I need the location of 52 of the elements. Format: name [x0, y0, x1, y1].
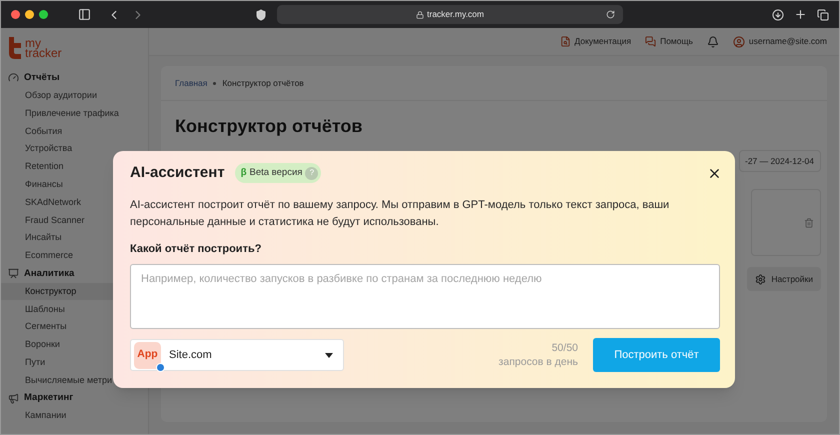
minimize-window-icon[interactable]: [25, 10, 34, 19]
breadcrumb-separator-icon: [213, 82, 216, 84]
header-link[interactable]: Документация: [560, 35, 632, 48]
section-icon: [8, 392, 19, 404]
user-menu[interactable]: username@site.com: [732, 35, 827, 48]
user-avatar-icon: [732, 36, 745, 48]
close-window-icon[interactable]: [11, 10, 20, 19]
caret-icon: [325, 352, 333, 358]
dialog-title: AI-ассистент: [130, 163, 225, 183]
shield-icon[interactable]: [255, 8, 267, 20]
notification-icon[interactable]: [706, 36, 719, 48]
sidebar-item[interactable]: Привлечение трафика: [1, 104, 148, 122]
question-label: Какой отчёт построить?: [130, 242, 262, 256]
quota-count: 50/50: [552, 341, 578, 355]
settings-button[interactable]: Настройки: [747, 267, 821, 291]
tabs-overview-icon[interactable]: [817, 8, 829, 20]
sidebar-item[interactable]: Обзор аудитории: [1, 86, 148, 105]
reload-icon[interactable]: [606, 10, 615, 19]
logo-text: my: [25, 38, 41, 48]
page-title: Конструктор отчётов: [174, 115, 364, 138]
badge-label: Beta версия: [250, 166, 302, 180]
maximize-window-icon[interactable]: [39, 10, 48, 19]
query-field[interactable]: Например, количество запусков в разбивке по странам за последнюю неделю: [130, 264, 720, 329]
app-icon-text: App: [137, 347, 158, 362]
header-link[interactable]: Помощь: [645, 35, 693, 48]
breadcrumb-link[interactable]: Главная: [175, 76, 208, 90]
date-range-field[interactable]: -27 — 2024-12-04: [739, 150, 821, 172]
new-tab-icon[interactable]: [794, 8, 807, 21]
logo-icon: [8, 37, 22, 59]
section-title[interactable]: Аналитика: [24, 266, 74, 281]
download-icon[interactable]: [772, 8, 784, 20]
section-title[interactable]: Маркетинг: [24, 391, 74, 406]
dialog-description: AI-ассистент построит отчёт по вашему запросу. Мы отправим в GPT-модель только текст запроса, ваши персональные данные и статистика не будут использованы.: [130, 198, 670, 230]
breadcrumb-current: Конструктор отчётов: [222, 76, 304, 90]
url-text: tracker.my.com: [427, 8, 484, 21]
beta-symbol: β: [240, 166, 246, 180]
sidebar-toggle-icon[interactable]: [78, 8, 91, 21]
build-report-button[interactable]: Построить отчёт: [593, 338, 720, 372]
app-select[interactable]: App Site.com: [130, 339, 344, 371]
document-search-icon: [560, 36, 571, 47]
section-icon: [8, 72, 19, 84]
settings-icon: [755, 274, 766, 284]
lock-icon: [416, 10, 424, 18]
section-icon: [8, 268, 19, 280]
quota-caption: запросов в день: [498, 355, 578, 369]
address-bar[interactable]: tracker.my.com: [277, 5, 623, 24]
logo-text: tracker: [25, 48, 62, 58]
section-title[interactable]: Отчёты: [24, 70, 60, 86]
select-value: Site.com: [169, 348, 212, 363]
sidebar-item[interactable]: Кампании: [1, 407, 148, 425]
sidebar-item[interactable]: События: [1, 122, 148, 140]
chat-bubbles-icon: [645, 36, 656, 47]
